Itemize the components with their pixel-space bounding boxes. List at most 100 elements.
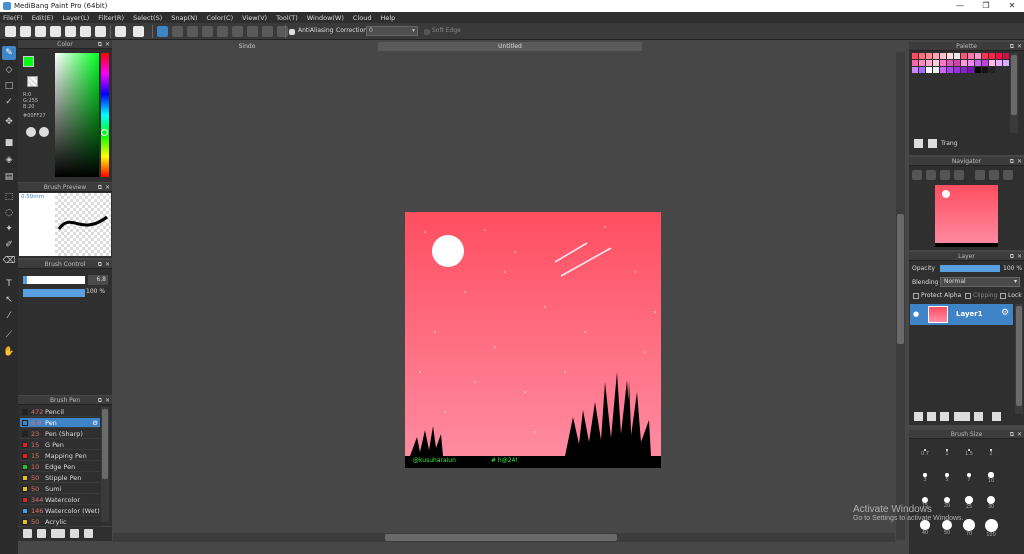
lock-checkbox[interactable] — [1000, 293, 1006, 299]
rectangle-icon[interactable]: □ — [2, 79, 16, 93]
palette-swatch[interactable] — [961, 60, 967, 66]
brush-size-option[interactable]: 5 — [936, 469, 958, 491]
checkmark-icon[interactable]: ✓ — [2, 95, 16, 109]
cross-snap-icon[interactable] — [187, 26, 198, 37]
menu-tool[interactable]: Tool(T) — [276, 14, 298, 22]
magic-wand-icon[interactable]: ✦ — [2, 222, 16, 236]
protect-alpha-checkbox[interactable] — [913, 293, 919, 299]
close-icon[interactable]: ✕ — [105, 260, 110, 269]
palette-swatch[interactable] — [996, 53, 1002, 59]
menu-layer[interactable]: Layer(L) — [62, 14, 89, 22]
blending-select[interactable]: Normal ▾ — [940, 277, 1020, 287]
menu-snap[interactable]: Snap(N) — [171, 14, 197, 22]
merge-layer-icon[interactable] — [940, 412, 949, 421]
bucket-icon[interactable]: ◈ — [2, 153, 16, 167]
palette-swatch[interactable] — [996, 60, 1002, 66]
close-icon[interactable]: ✕ — [105, 396, 110, 405]
brush-size-option[interactable]: 1.5 — [958, 444, 980, 466]
actual-size-icon[interactable] — [954, 170, 964, 180]
circle-snap-icon[interactable] — [232, 26, 243, 37]
grid-icon[interactable] — [65, 26, 76, 37]
parallel-snap-icon[interactable] — [172, 26, 183, 37]
palette-wheel-icon[interactable] — [26, 127, 36, 137]
palette-swatch[interactable] — [919, 53, 925, 59]
list-icon[interactable] — [95, 26, 106, 37]
brush-size-option[interactable]: 30 — [980, 494, 1002, 516]
artwork[interactable]: @kusuharaiun # h@24! — [405, 212, 661, 468]
brush-size-option[interactable]: 100 — [980, 519, 1002, 541]
canvas-horizontal-scrollbar[interactable] — [113, 533, 895, 542]
palette-swatch[interactable] — [982, 53, 988, 59]
palette-swatch[interactable] — [975, 53, 981, 59]
brush-item-acrylic[interactable]: 50 Acrylic — [20, 517, 100, 527]
gear-icon[interactable]: ⚙ — [92, 418, 98, 428]
hue-slider[interactable] — [101, 53, 109, 177]
clipping-checkbox[interactable] — [965, 293, 971, 299]
ellipse-snap-icon[interactable] — [262, 26, 273, 37]
gear-snap-icon[interactable] — [277, 26, 288, 37]
close-icon[interactable]: ✕ — [1017, 430, 1022, 439]
brush-settings-icon[interactable] — [51, 529, 65, 538]
snap-off-icon[interactable] — [157, 26, 168, 37]
palette-swatch[interactable] — [989, 53, 995, 59]
brush-size-option[interactable]: 40 — [914, 519, 936, 541]
text-icon[interactable]: T — [2, 277, 16, 291]
copy-layer-icon[interactable] — [927, 412, 936, 421]
brush-size-option[interactable]: 50 — [936, 519, 958, 541]
gear-icon[interactable]: ⚙ — [1001, 308, 1009, 318]
menu-view[interactable]: View(V) — [242, 14, 267, 22]
panel-icon[interactable] — [50, 26, 61, 37]
select-pen-icon[interactable]: ✐ — [2, 238, 16, 252]
delete-layer-icon[interactable] — [992, 412, 1001, 421]
palette-swatch[interactable] — [975, 60, 981, 66]
brush-item-stipple-pen[interactable]: 50 Stipple Pen — [20, 473, 100, 483]
brush-item-watercolor-wet[interactable]: 146 Watercolor (Wet) — [20, 506, 100, 516]
palette-swatch[interactable] — [961, 53, 967, 59]
brush-size-option[interactable]: 2 — [980, 444, 1002, 466]
add-brush-icon[interactable] — [23, 529, 32, 538]
saturation-value-picker[interactable] — [55, 53, 99, 177]
float-icon[interactable]: ⧉ — [1010, 252, 1014, 261]
brush-size-option[interactable]: 70 — [958, 519, 980, 541]
menu-filter[interactable]: Filter(R) — [98, 14, 124, 22]
menu-color[interactable]: Color(C) — [207, 14, 234, 22]
brush-size-option[interactable]: 3 — [914, 469, 936, 491]
fit-icon[interactable] — [940, 170, 950, 180]
palette-add-icon[interactable] — [914, 139, 923, 148]
minimize-button[interactable]: — — [946, 0, 974, 12]
float-icon[interactable]: ⧉ — [98, 396, 102, 405]
close-icon[interactable]: ✕ — [1017, 157, 1022, 166]
brush-icon[interactable]: ✎ — [2, 46, 16, 60]
new-brush-icon[interactable] — [37, 529, 46, 538]
menu-select[interactable]: Select(S) — [133, 14, 162, 22]
select-eraser-icon[interactable]: ⌫ — [2, 254, 16, 268]
lasso-icon[interactable]: ◌ — [2, 206, 16, 220]
palette-swatch[interactable] — [982, 60, 988, 66]
foreground-color-swatch[interactable] — [23, 56, 34, 67]
palette-swatch[interactable] — [989, 67, 995, 73]
float-icon[interactable]: ⧉ — [98, 183, 102, 192]
brush-size-option[interactable]: 0.7 — [914, 444, 936, 466]
palette-swatch[interactable] — [954, 53, 960, 59]
gradient-icon[interactable]: ▤ — [2, 170, 16, 184]
brush-size-option[interactable]: 10 — [980, 469, 1002, 491]
move-icon[interactable]: ✥ — [2, 115, 16, 129]
vanishing-snap-icon[interactable] — [202, 26, 213, 37]
eye-icon[interactable]: ● — [913, 310, 919, 318]
layer-type-icon[interactable] — [954, 412, 970, 421]
brush-size-grid[interactable]: 0.7 1 1.5 2 3 5 7 10 15 20 25 30 40 50 70 100 — [909, 440, 1017, 554]
brush-size-option[interactable]: 7 — [958, 469, 980, 491]
brush-item-pencil[interactable]: 472 Pencil — [20, 407, 100, 417]
palette-swatch[interactable] — [947, 53, 953, 59]
palette-swatch[interactable] — [912, 67, 918, 73]
correction-select[interactable]: 0 ▾ — [366, 26, 418, 36]
palette-swatch[interactable] — [947, 67, 953, 73]
palette-swatch[interactable] — [940, 60, 946, 66]
eraser-icon[interactable]: ◇ — [2, 63, 16, 77]
fill-icon[interactable]: ■ — [2, 136, 16, 150]
brush-folder-icon[interactable] — [70, 529, 79, 538]
layer-scrollbar[interactable] — [1015, 304, 1023, 414]
palette-swatch[interactable] — [912, 53, 918, 59]
palette-swatch[interactable] — [947, 60, 953, 66]
palette-swatch[interactable] — [968, 53, 974, 59]
